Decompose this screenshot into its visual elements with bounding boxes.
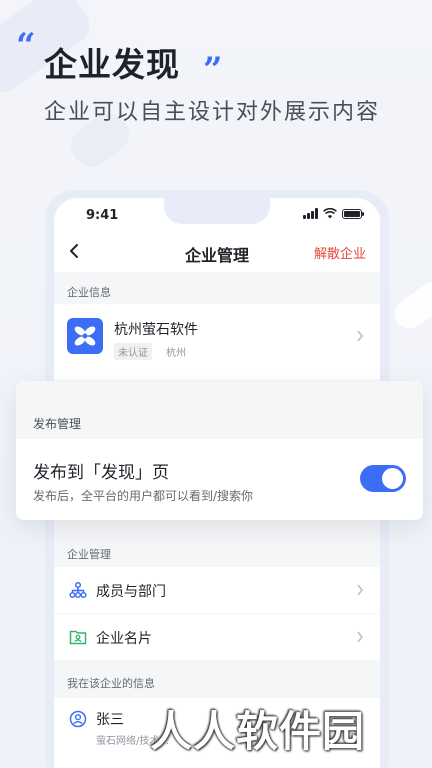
org-chart-icon bbox=[69, 581, 87, 599]
battery-icon bbox=[342, 208, 364, 219]
toggle-knob bbox=[382, 468, 403, 489]
business-card-icon bbox=[69, 630, 87, 645]
menu-item-business-card[interactable]: 企业名片 bbox=[54, 614, 380, 660]
status-icons bbox=[303, 208, 364, 219]
background-decoration bbox=[388, 275, 432, 335]
publish-title: 发布到「发现」页 bbox=[33, 463, 169, 483]
pinwheel-icon bbox=[74, 326, 96, 346]
close-quote-icon: ” bbox=[203, 50, 223, 90]
menu-item-members-departments[interactable]: 成员与部门 bbox=[54, 567, 380, 613]
promo-title: 企业发现 bbox=[44, 45, 180, 84]
status-time: 9:41 bbox=[86, 208, 119, 223]
chevron-right-icon bbox=[357, 631, 363, 643]
signal-icon bbox=[303, 208, 318, 219]
user-icon bbox=[69, 710, 87, 728]
open-quote-icon: “ bbox=[16, 26, 36, 66]
section-label-publish: 发布管理 bbox=[33, 417, 82, 431]
company-card[interactable]: 杭州萤石软件 未认证 杭州 bbox=[54, 304, 380, 380]
menu-item-label: 成员与部门 bbox=[96, 584, 166, 600]
chevron-right-icon bbox=[357, 330, 363, 342]
certification-badge: 未认证 bbox=[114, 343, 152, 360]
wifi-icon bbox=[323, 208, 337, 219]
company-name: 杭州萤石软件 bbox=[114, 322, 198, 338]
user-name: 张三 bbox=[96, 712, 124, 728]
watermark: 人人软件园 bbox=[150, 707, 366, 756]
section-label-my-info: 我在该企业的信息 bbox=[67, 677, 155, 690]
chevron-right-icon bbox=[357, 584, 363, 596]
publish-card: 发布管理 发布到「发现」页 发布后，全平台的用户都可以看到/搜索你 bbox=[16, 381, 423, 520]
publish-description: 发布后，全平台的用户都可以看到/搜索你 bbox=[33, 489, 254, 503]
phone-notch bbox=[164, 198, 270, 224]
company-city: 杭州 bbox=[166, 348, 186, 359]
publish-toggle[interactable] bbox=[360, 465, 406, 492]
nav-bar: 企业管理 解散企业 bbox=[54, 234, 380, 272]
company-logo bbox=[67, 318, 103, 354]
section-label-company-info: 企业信息 bbox=[67, 286, 111, 299]
section-label-management: 企业管理 bbox=[67, 548, 111, 561]
dissolve-company-button[interactable]: 解散企业 bbox=[314, 243, 366, 262]
menu-item-label: 企业名片 bbox=[96, 631, 152, 647]
promo-subtitle: 企业可以自主设计对外展示内容 bbox=[44, 100, 381, 125]
